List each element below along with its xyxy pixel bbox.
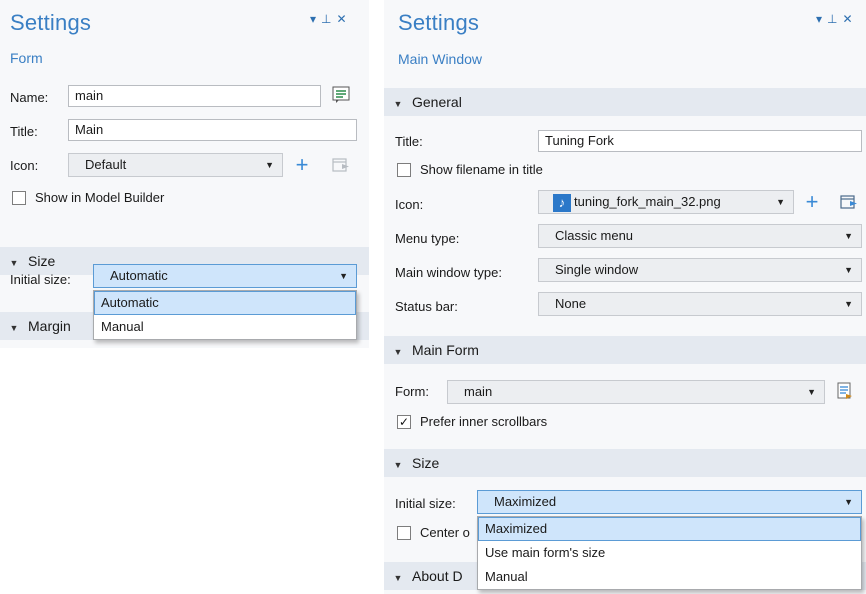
section-size-label: Size (412, 455, 440, 471)
plus-icon: + (295, 152, 309, 177)
close-icon[interactable]: ✕ (336, 12, 346, 26)
chevron-down-icon: ▼ (844, 497, 853, 507)
plus-icon: + (805, 189, 819, 214)
initial-size-label: Initial size: (395, 496, 456, 511)
collapse-icon: ▼ (393, 347, 403, 357)
menu-type-select[interactable]: Classic menu ▼ (538, 224, 862, 248)
dropdown-option-maximized[interactable]: Maximized (478, 517, 861, 541)
pin-icon[interactable]: ⊥ (827, 12, 837, 26)
title-label: Title: (10, 124, 38, 139)
main-window-type-value: Single window (555, 262, 639, 277)
right-window-controls: ▾ ⊥ ✕ (816, 12, 853, 26)
right-settings-panel: Settings ▾ ⊥ ✕ Main Window ▼ General Titl… (384, 0, 866, 594)
name-label: Name: (10, 90, 49, 105)
form-label: Form: (395, 384, 429, 399)
go-to-form-icon (837, 382, 852, 399)
dropdown-option-manual[interactable]: Manual (94, 315, 356, 339)
initial-size-dropdown: Automatic Manual (93, 290, 357, 340)
chevron-down-icon: ▼ (339, 271, 348, 281)
icon-select-value: tuning_fork_main_32.png (574, 194, 721, 209)
panel-menu-icon[interactable]: ▾ (310, 12, 316, 26)
collapse-icon: ▼ (9, 323, 19, 333)
left-panel-title: Settings (10, 10, 92, 35)
chevron-down-icon: ▼ (844, 265, 853, 275)
prefer-inner-scrollbars-label: Prefer inner scrollbars (420, 414, 548, 429)
form-editor-button[interactable] (331, 85, 351, 105)
collapse-icon: ▼ (393, 99, 403, 109)
add-icon-button[interactable]: + (802, 189, 822, 214)
collapse-icon: ▼ (393, 460, 403, 470)
show-in-model-builder-checkbox[interactable] (12, 191, 26, 205)
icon-select-value: Default (85, 157, 127, 172)
icon-label: Icon: (395, 197, 424, 212)
section-size-label: Size (28, 253, 56, 269)
show-in-model-builder-label: Show in Model Builder (35, 190, 165, 205)
section-margins-label: Margin (28, 318, 71, 334)
initial-size-select[interactable]: Automatic ▼ (93, 264, 357, 288)
dropdown-option-use-main-form-size[interactable]: Use main form's size (478, 541, 861, 565)
panel-menu-icon[interactable]: ▾ (816, 12, 822, 26)
section-main-form-label: Main Form (412, 342, 479, 358)
chevron-down-icon: ▼ (776, 197, 785, 207)
section-size-header[interactable]: ▼ Size (384, 449, 866, 477)
left-panel-subtitle: Form (10, 50, 43, 66)
form-select-value: main (464, 384, 493, 399)
dropdown-option-manual[interactable]: Manual (478, 565, 861, 589)
initial-size-value: Maximized (494, 494, 557, 509)
form-select[interactable]: main ▼ (447, 380, 825, 404)
show-filename-label: Show filename in title (420, 162, 543, 177)
menu-type-label: Menu type: (395, 231, 460, 246)
name-input[interactable]: main (68, 85, 321, 107)
dropdown-option-automatic[interactable]: Automatic (94, 291, 356, 315)
close-icon[interactable]: ✕ (842, 12, 852, 26)
add-icon-button[interactable]: + (292, 152, 312, 177)
initial-size-select[interactable]: Maximized ▼ (477, 490, 862, 514)
import-icon-button[interactable] (331, 155, 351, 175)
section-about-label: About D (412, 568, 463, 584)
center-label: Center o (420, 525, 470, 540)
chevron-down-icon: ▼ (265, 160, 274, 170)
go-to-form-button[interactable] (835, 381, 855, 401)
menu-type-value: Classic menu (555, 228, 634, 243)
pin-icon[interactable]: ⊥ (321, 12, 331, 26)
icon-select[interactable]: Default ▼ (68, 153, 283, 177)
import-icon-button[interactable] (839, 192, 859, 212)
icon-select[interactable]: ♪ tuning_fork_main_32.png ▼ (538, 190, 794, 214)
prefer-inner-scrollbars-checkbox[interactable]: ✓ (397, 415, 411, 429)
title-label: Title: (395, 134, 423, 149)
left-window-controls: ▾ ⊥ ✕ (310, 12, 347, 26)
show-filename-checkbox[interactable] (397, 163, 411, 177)
main-window-type-label: Main window type: (395, 265, 502, 280)
initial-size-dropdown: Maximized Use main form's size Manual (477, 516, 862, 590)
chevron-down-icon: ▼ (807, 387, 816, 397)
form-editor-icon (332, 86, 350, 103)
import-icon (840, 195, 857, 209)
initial-size-label: Initial size: (10, 272, 71, 287)
title-input[interactable]: Tuning Fork (538, 130, 862, 152)
section-general-header[interactable]: ▼ General (384, 88, 866, 116)
section-main-form-header[interactable]: ▼ Main Form (384, 336, 866, 364)
import-icon (332, 158, 349, 172)
music-note-icon: ♪ (553, 193, 571, 212)
section-general-label: General (412, 94, 462, 110)
status-bar-select[interactable]: None ▼ (538, 292, 862, 316)
chevron-down-icon: ▼ (844, 231, 853, 241)
collapse-icon: ▼ (393, 573, 403, 583)
main-window-type-select[interactable]: Single window ▼ (538, 258, 862, 282)
title-input[interactable]: Main (68, 119, 357, 141)
chevron-down-icon: ▼ (844, 299, 853, 309)
right-panel-subtitle: Main Window (398, 51, 483, 67)
center-checkbox[interactable] (397, 526, 411, 540)
status-bar-label: Status bar: (395, 299, 458, 314)
icon-label: Icon: (10, 158, 39, 173)
left-settings-panel: Settings ▾ ⊥ ✕ Form Name: main Title: Ma… (0, 0, 369, 348)
status-bar-value: None (555, 296, 587, 311)
right-panel-title: Settings (398, 10, 480, 35)
initial-size-value: Automatic (110, 268, 168, 283)
